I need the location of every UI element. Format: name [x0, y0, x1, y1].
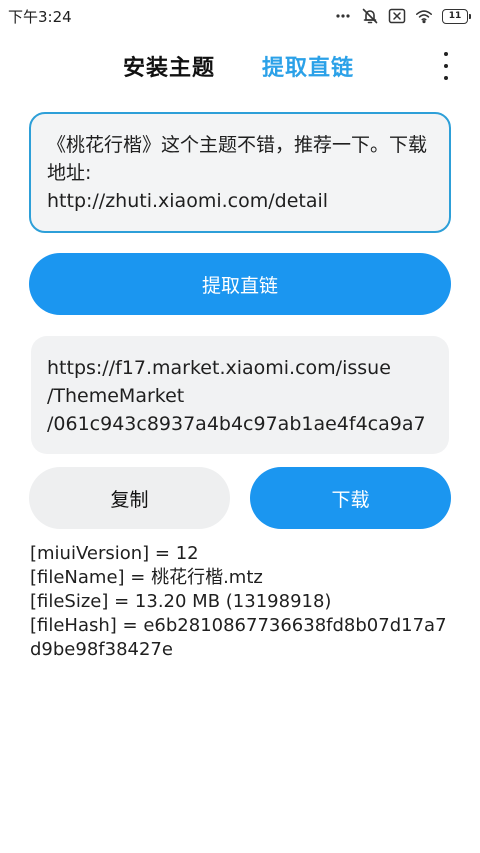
battery-icon: 11 — [442, 8, 471, 24]
extract-link-button[interactable]: 提取直链 — [29, 253, 451, 315]
header: 安装主题 提取直链 — [0, 40, 480, 92]
tab-extract-link[interactable]: 提取直链 — [262, 50, 354, 82]
more-dots-icon — [334, 7, 352, 25]
status-bar: 下午3:24 11 — [0, 0, 480, 32]
info-file-hash: [fileHash] = e6b2810867736638fd8b07d17a7… — [30, 615, 447, 660]
copy-button[interactable]: 复制 — [29, 467, 230, 529]
more-options-button[interactable] — [438, 52, 454, 80]
file-info: [miuiVersion] = 12 [fileName] = 桃花行楷.mtz… — [30, 542, 460, 662]
info-file-name: [fileName] = 桃花行楷.mtz — [30, 567, 263, 588]
alarm-off-icon — [361, 7, 379, 25]
app-screen: 下午3:24 11 安装主题 提取直链 《桃花行楷》这个主题不错，推荐一下。下载… — [0, 0, 480, 853]
info-miui-version: [miuiVersion] = 12 — [30, 543, 199, 564]
info-file-size: [fileSize] = 13.20 MB (13198918) — [30, 591, 332, 612]
tab-install-theme[interactable]: 安装主题 — [123, 50, 215, 82]
download-button[interactable]: 下载 — [250, 467, 451, 529]
sim-off-icon — [388, 7, 406, 25]
more-vertical-icon — [444, 52, 448, 56]
wifi-icon — [415, 7, 433, 25]
battery-level: 11 — [448, 11, 462, 21]
status-time: 下午3:24 — [8, 7, 72, 26]
more-vertical-icon-dot — [444, 64, 448, 68]
status-icons: 11 — [334, 7, 471, 25]
direct-link-result[interactable]: https://f17.market.xiaomi.com/issue /The… — [31, 336, 449, 454]
more-vertical-icon-dot — [444, 76, 448, 80]
share-text-input[interactable]: 《桃花行楷》这个主题不错，推荐一下。下载地址: http://zhuti.xia… — [29, 112, 451, 233]
